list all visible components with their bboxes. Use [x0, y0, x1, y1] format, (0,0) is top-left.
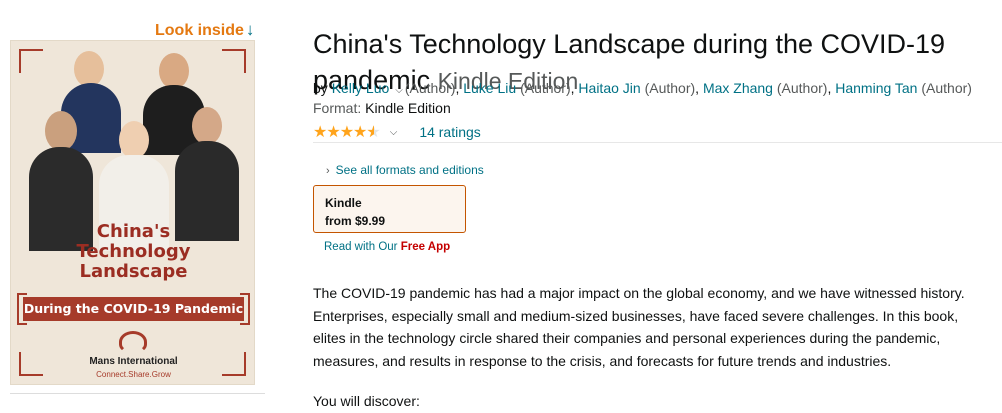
format-line: Format: Kindle Edition: [313, 100, 451, 116]
divider: [10, 393, 265, 394]
free-app-label: Free App: [400, 241, 451, 253]
star-icon: ★: [326, 124, 340, 141]
book-cover-image[interactable]: China's Technology Landscape During the …: [10, 40, 255, 385]
description-paragraph: The COVID-19 pandemic has had a major im…: [313, 285, 965, 369]
arrow-down-icon: ↓: [245, 20, 255, 39]
format-option-kindle[interactable]: Kindle from $9.99: [313, 185, 466, 233]
see-all-formats-link[interactable]: › See all formats and editions: [326, 163, 484, 177]
cover-subtitle-banner: During the COVID-19 Pandemic: [17, 293, 250, 325]
author-link-kelly-luo[interactable]: Kelly Luo: [332, 80, 390, 96]
cover-title: China's Technology Landscape: [76, 221, 191, 282]
look-inside-label: Look inside: [155, 22, 244, 39]
star-rating[interactable]: ★★★★★ ★: [313, 122, 381, 142]
read-with-label: Read with Our: [324, 241, 398, 253]
chevron-right-icon: ›: [326, 165, 330, 177]
cover-person: [29, 111, 93, 251]
author-role: (Author): [776, 80, 828, 96]
star-icon: ★: [353, 124, 367, 141]
author-link-haitao-jin[interactable]: Haitao Jin: [578, 80, 640, 96]
divider: [313, 142, 1002, 143]
star-half-icon: ★ ★: [366, 124, 380, 141]
format-value: Kindle Edition: [365, 100, 451, 116]
cover-brand: Mans International: [89, 356, 178, 367]
rating-row: ★★★★★ ★ ⌵ 14 ratings: [313, 122, 481, 142]
look-inside-link[interactable]: Look inside ↓: [155, 20, 254, 40]
product-description: The COVID-19 pandemic has had a major im…: [313, 282, 993, 413]
cover-tagline: Connect.Share.Grow: [96, 370, 171, 379]
cover-person: [175, 107, 239, 241]
author-link-hanming-tan[interactable]: Hanming Tan: [835, 80, 917, 96]
ratings-count-link[interactable]: 14 ratings: [419, 124, 480, 140]
author-role: (Author): [921, 80, 972, 96]
chevron-down-icon[interactable]: ⌵: [395, 85, 403, 96]
star-icon: ★: [313, 124, 327, 141]
star-icon: ★: [339, 124, 354, 141]
format-label: Format:: [313, 100, 362, 116]
see-all-formats-label: See all formats and editions: [335, 163, 484, 177]
byline: by Kelly Luo ⌵ (Author), Luke Liu (Author)…: [313, 80, 972, 96]
chevron-down-icon[interactable]: ⌵: [390, 127, 398, 138]
read-with-free-app[interactable]: Read with Our Free App: [324, 241, 450, 253]
format-option-name: Kindle: [325, 196, 362, 210]
format-option-price: from $9.99: [325, 214, 386, 228]
description-discover: You will discover:: [313, 393, 420, 409]
mans-international-logo-icon: [119, 331, 147, 353]
author-link-luke-liu[interactable]: Luke Liu: [463, 80, 516, 96]
author-role: (Author): [404, 80, 456, 96]
author-role: (Author): [644, 80, 696, 96]
author-link-max-zhang[interactable]: Max Zhang: [703, 80, 773, 96]
byline-prefix: by: [313, 80, 328, 96]
author-role: (Author): [520, 80, 571, 96]
